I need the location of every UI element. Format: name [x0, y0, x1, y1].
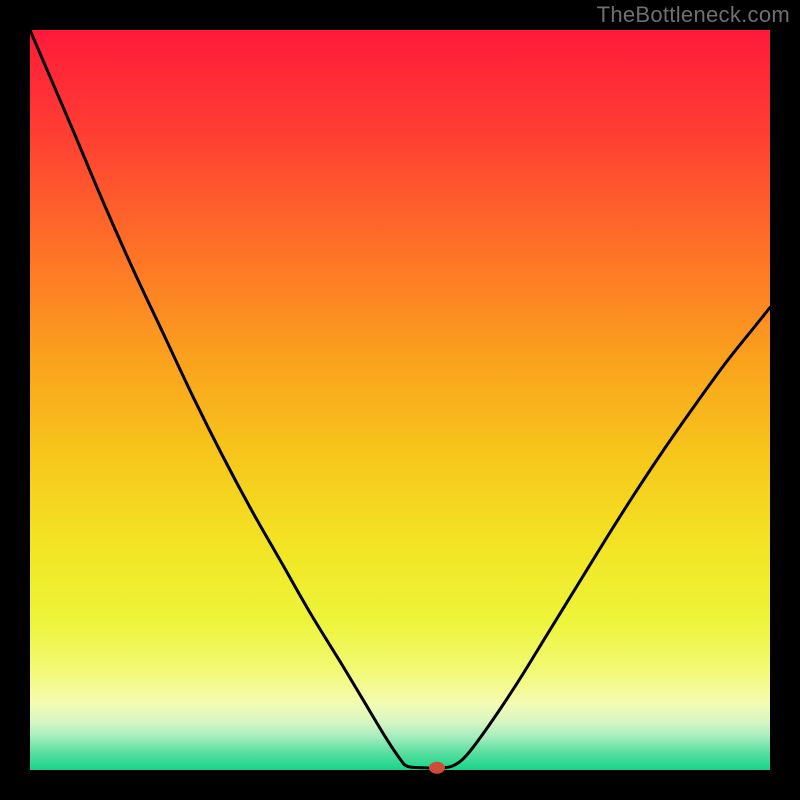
watermark-label: TheBottleneck.com — [597, 2, 790, 28]
bottleneck-chart — [0, 0, 800, 800]
optimal-marker — [429, 762, 445, 774]
chart-frame: TheBottleneck.com — [0, 0, 800, 800]
plot-background — [30, 30, 770, 770]
